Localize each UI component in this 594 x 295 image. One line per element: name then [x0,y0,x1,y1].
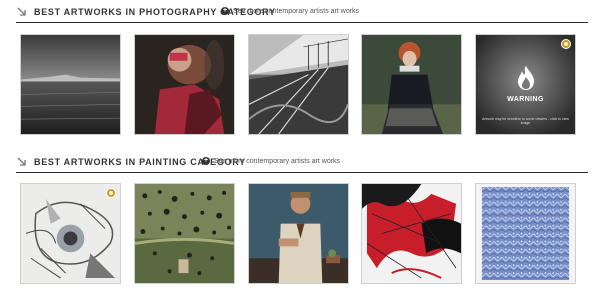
section-header: BEST ARTWORKS IN PHOTOGRAPHY CATEGORY + … [16,6,588,23]
artwork-image [249,35,348,134]
fire-icon [518,66,534,90]
artwork-image [362,184,461,283]
artwork-image [21,35,120,134]
artwork-image [135,35,234,134]
artwork-thumbnail[interactable]: WARNING Artwork may be sensitive to some… [475,34,576,135]
plus-circle-icon: + [202,157,210,165]
see-more-label: See more contemporary artists art works [233,7,360,15]
award-badge-icon [561,39,571,49]
artwork-thumbnail[interactable] [134,34,235,135]
award-badge-icon [106,188,116,198]
see-more-label: See more contemporary artists art works [214,157,341,165]
artwork-thumbnail[interactable] [20,183,121,284]
see-more-link[interactable]: + See more contemporary artists art work… [202,157,340,165]
artwork-image [476,184,575,283]
artwork-image [249,184,348,283]
artwork-thumbnail[interactable] [20,34,121,135]
warning-label: WARNING [507,96,544,103]
artwork-thumbnail[interactable] [475,183,576,284]
warning-subtext: Artwork may be sensitive to some viewers… [482,117,569,125]
artwork-image [135,184,234,283]
artwork-thumbnail[interactable] [361,34,462,135]
artwork-thumbnail[interactable] [248,183,349,284]
plus-circle-icon: + [221,7,229,15]
arrow-down-right-icon [17,157,26,166]
artwork-thumbnail[interactable] [134,183,235,284]
artwork-thumbnail[interactable] [248,34,349,135]
artwork-thumbnail[interactable] [361,183,462,284]
see-more-link[interactable]: + See more contemporary artists art work… [221,7,359,15]
arrow-down-right-icon [17,7,26,16]
artwork-image [21,184,120,283]
section-header: BEST ARTWORKS IN PAINTING CATEGORY + See… [16,156,588,173]
artwork-image [362,35,461,134]
